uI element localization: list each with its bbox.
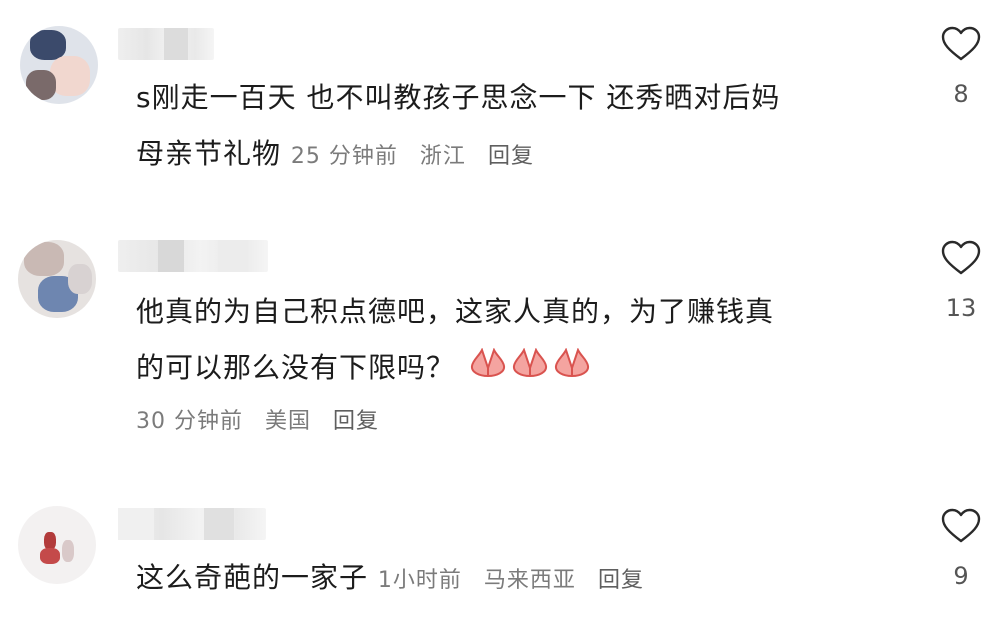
avatar[interactable] — [18, 240, 96, 318]
like-count: 9 — [953, 562, 969, 590]
heart-outline-icon[interactable] — [941, 26, 981, 62]
comment-line: 的可以那么没有下限吗？ — [136, 351, 456, 384]
comment-meta: 1小时前 马来西亚 回复 — [378, 568, 658, 593]
comment-time: 1小时前 — [377, 568, 462, 593]
reply-button[interactable]: 回复 — [333, 409, 379, 434]
username-blurred[interactable] — [118, 508, 266, 540]
comment-text: 这么奇葩的一家子 1小时前 马来西亚 回复 — [136, 550, 658, 609]
like-button[interactable]: 8 — [938, 26, 984, 108]
comment-time: 30 分钟前 — [136, 409, 243, 434]
like-button[interactable]: 9 — [938, 508, 984, 590]
like-button[interactable]: 13 — [938, 240, 984, 322]
avatar[interactable] — [20, 26, 98, 104]
comment-location: 浙江 — [419, 144, 466, 169]
comment-line: 他真的为自己积点德吧，这家人真的，为了赚钱真 — [136, 295, 775, 328]
comment-location: 马来西亚 — [483, 568, 576, 593]
comment-time: 25 分钟前 — [290, 144, 398, 169]
comment-line: 母亲节礼物 — [136, 137, 282, 170]
reply-button[interactable]: 回复 — [598, 568, 644, 593]
folded-hands-emoji — [553, 341, 591, 397]
comment-text: 他真的为自己积点德吧，这家人真的，为了赚钱真 的可以那么没有下限吗？ 30 分钟… — [136, 284, 774, 447]
comment-line: s刚走一百天 也不叫教孩子思念一下 还秀晒对后妈 — [136, 81, 781, 114]
username-blurred[interactable] — [118, 240, 268, 272]
reply-button[interactable]: 回复 — [488, 144, 534, 169]
avatar[interactable] — [18, 506, 96, 584]
folded-hands-emoji — [469, 341, 507, 397]
like-count: 13 — [945, 294, 977, 322]
folded-hands-emoji — [511, 341, 549, 397]
heart-outline-icon[interactable] — [941, 508, 981, 544]
like-count: 8 — [953, 80, 969, 108]
comment-meta: 25 分钟前 浙江 回复 — [291, 144, 548, 169]
heart-outline-icon[interactable] — [941, 240, 981, 276]
comment-meta: 30 分钟前 美国 回复 — [136, 397, 774, 447]
username-blurred[interactable] — [118, 28, 214, 60]
comment-text: s刚走一百天 也不叫教孩子思念一下 还秀晒对后妈 母亲节礼物 25 分钟前 浙江… — [136, 70, 780, 185]
comment-location: 美国 — [265, 409, 312, 434]
comment-line: 这么奇葩的一家子 — [136, 561, 369, 594]
